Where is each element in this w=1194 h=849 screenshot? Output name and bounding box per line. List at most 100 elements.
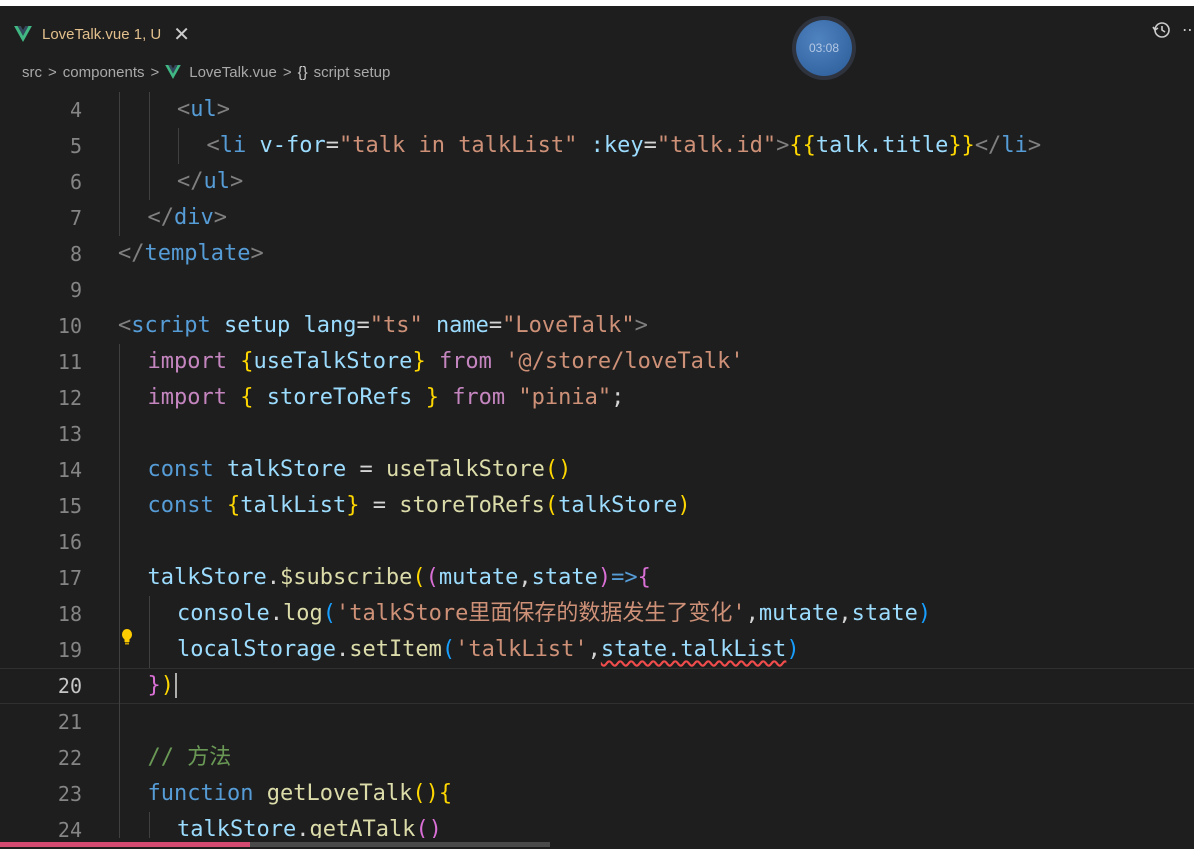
code-text: const talkStore = useTalkStore() bbox=[147, 457, 572, 482]
code-text: function getLoveTalk(){ bbox=[147, 781, 453, 806]
code-line[interactable]: 15 const {talkList} = storeToRefs(talkSto… bbox=[0, 488, 1194, 524]
code-text: // 方法 bbox=[147, 745, 232, 770]
lightbulb-icon[interactable] bbox=[120, 628, 134, 646]
line-number: 6 bbox=[69, 170, 82, 194]
indent-guide bbox=[148, 128, 150, 164]
code-text: </div> bbox=[147, 205, 228, 230]
line-number: 7 bbox=[69, 206, 82, 230]
line-number: 12 bbox=[57, 386, 82, 410]
vue-file-icon bbox=[14, 26, 32, 42]
line-number: 20 bbox=[57, 674, 82, 698]
horizontal-scrollbar[interactable] bbox=[0, 838, 1194, 849]
line-number: 9 bbox=[69, 278, 82, 302]
line-number: 5 bbox=[69, 134, 82, 158]
code-line[interactable]: 12 import { storeToRefs } from "pinia"; bbox=[0, 380, 1194, 416]
code-line[interactable]: 4 <ul> bbox=[0, 92, 1194, 128]
code-text: <ul> bbox=[177, 97, 230, 122]
code-line[interactable]: 9 bbox=[0, 272, 1194, 308]
code-text: talkStore.$subscribe((mutate,state)=>{ bbox=[147, 565, 651, 590]
code-line[interactable]: 22 // 方法 bbox=[0, 740, 1194, 776]
line-number: 18 bbox=[57, 602, 82, 626]
line-number: 8 bbox=[69, 242, 82, 266]
code-line[interactable]: 6 </ul> bbox=[0, 164, 1194, 200]
history-icon[interactable] bbox=[1152, 20, 1172, 40]
code-line[interactable]: 7 </div> bbox=[0, 200, 1194, 236]
indent-guide bbox=[148, 164, 150, 200]
indent-guide bbox=[119, 560, 120, 596]
indent-guide bbox=[119, 416, 120, 452]
close-icon[interactable]: ✕ bbox=[173, 22, 190, 47]
indent-guide bbox=[148, 632, 150, 668]
indent-guide bbox=[119, 92, 120, 128]
indent-guide bbox=[119, 668, 120, 704]
code-line[interactable]: 18 console.log('talkStore里面保存的数据发生了变化',mu… bbox=[0, 596, 1194, 632]
code-editor[interactable]: 4 <ul> 5 <li v-for="talk in talkList" :key=… bbox=[0, 90, 1194, 842]
scrollbar-accent bbox=[0, 842, 250, 847]
code-text: console.log('talkStore里面保存的数据发生了变化',muta… bbox=[177, 601, 932, 626]
code-text: <li v-for="talk in talkList" :key="talk.… bbox=[206, 133, 1042, 158]
code-text: import {useTalkStore} from '@/store/love… bbox=[147, 349, 744, 374]
indent-guide bbox=[119, 596, 120, 632]
indent-guide bbox=[119, 776, 120, 812]
code-text: }) bbox=[148, 668, 177, 704]
more-actions-icon[interactable]: ⋯ bbox=[1182, 20, 1194, 39]
line-number: 4 bbox=[69, 98, 82, 122]
vue-file-icon bbox=[165, 65, 182, 79]
indent-guide bbox=[119, 740, 120, 776]
breadcrumb-src[interactable]: src bbox=[22, 64, 42, 81]
code-text: import { storeToRefs } from "pinia"; bbox=[147, 385, 625, 410]
line-number: 21 bbox=[57, 710, 82, 734]
tab-lovetalk-vue[interactable]: LoveTalk.vue 1, U ✕ bbox=[0, 12, 210, 56]
line-number: 15 bbox=[57, 494, 82, 518]
code-line[interactable]: 11 import {useTalkStore} from '@/store/lo… bbox=[0, 344, 1194, 380]
indent-guide bbox=[119, 380, 120, 416]
indent-guide bbox=[148, 92, 150, 128]
line-number: 10 bbox=[57, 314, 82, 338]
tab-label: LoveTalk.vue 1, U bbox=[42, 25, 162, 43]
line-number: 14 bbox=[57, 458, 82, 482]
symbol-braces-icon: {} bbox=[297, 63, 308, 81]
code-line[interactable]: 17 talkStore.$subscribe((mutate,state)=>{ bbox=[0, 560, 1194, 596]
code-text: </template> bbox=[118, 241, 264, 266]
indent-guide bbox=[119, 704, 120, 740]
chevron-right-icon: > bbox=[150, 63, 160, 81]
code-line[interactable]: 16 bbox=[0, 524, 1194, 560]
code-text: const {talkList} = storeToRefs(talkStore… bbox=[147, 493, 691, 518]
indent-guide bbox=[119, 200, 120, 236]
code-line[interactable]: 5 <li v-for="talk in talkList" :key="talk… bbox=[0, 128, 1194, 164]
line-number: 19 bbox=[57, 638, 82, 662]
code-text: </ul> bbox=[177, 169, 244, 194]
line-number: 22 bbox=[57, 746, 82, 770]
indent-guide bbox=[119, 164, 120, 200]
indent-guide bbox=[119, 524, 120, 560]
breadcrumb: src > components > LoveTalk.vue > {} scr… bbox=[0, 56, 1194, 88]
code-line[interactable]: 19 localStorage.setItem('talkList',state.… bbox=[0, 632, 1194, 668]
code-line[interactable]: 20}) bbox=[0, 668, 1194, 704]
code-text: localStorage.setItem('talkList',state.ta… bbox=[177, 637, 800, 662]
code-line[interactable]: 23 function getLoveTalk(){ bbox=[0, 776, 1194, 812]
current-line-highlight bbox=[0, 668, 1194, 704]
line-number: 11 bbox=[57, 350, 82, 374]
line-number: 23 bbox=[57, 782, 82, 806]
text-cursor bbox=[175, 673, 177, 698]
indent-guide bbox=[119, 452, 120, 488]
code-line[interactable]: 8 </template> bbox=[0, 236, 1194, 272]
line-number: 17 bbox=[57, 566, 82, 590]
breadcrumb-symbol[interactable]: script setup bbox=[314, 64, 391, 81]
breadcrumb-file[interactable]: LoveTalk.vue bbox=[189, 64, 277, 81]
chevron-right-icon: > bbox=[282, 63, 292, 81]
indent-guide bbox=[119, 344, 120, 380]
code-line[interactable]: 13 bbox=[0, 416, 1194, 452]
indent-guide bbox=[148, 596, 150, 632]
line-number: 16 bbox=[57, 530, 82, 554]
indent-guide bbox=[119, 488, 120, 524]
indent-guide bbox=[178, 128, 179, 164]
indent-guide bbox=[119, 128, 120, 164]
tab-bar: LoveTalk.vue 1, U ✕ bbox=[0, 6, 1194, 56]
code-line[interactable]: 10 <script setup lang="ts" name="LoveTalk… bbox=[0, 308, 1194, 344]
code-line[interactable]: 14 const talkStore = useTalkStore() bbox=[0, 452, 1194, 488]
code-line[interactable]: 21 bbox=[0, 704, 1194, 740]
breadcrumb-components[interactable]: components bbox=[63, 64, 145, 81]
chevron-right-icon: > bbox=[48, 63, 57, 81]
line-number: 13 bbox=[57, 422, 82, 446]
